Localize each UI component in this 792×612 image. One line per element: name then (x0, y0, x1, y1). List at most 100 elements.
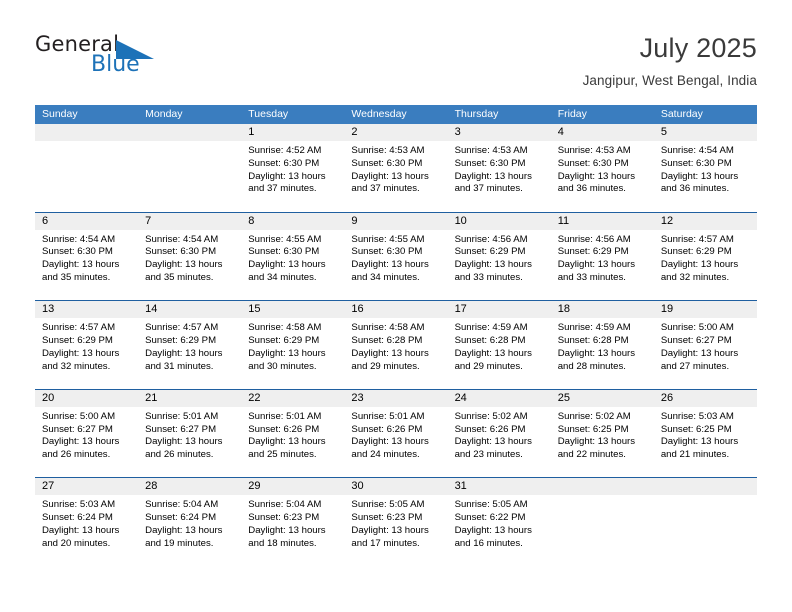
calendar-day-cell[interactable]: 22 Sunrise: 5:01 AM Sunset: 6:26 PM Dayli… (241, 389, 345, 478)
page-header: General Blue July 2025 Jangipur, West Be… (35, 32, 757, 94)
title-block: July 2025 Jangipur, West Bengal, India (583, 32, 757, 90)
day-number-band (550, 478, 654, 496)
day-number-band: 23 (344, 389, 448, 407)
calendar-day-cell[interactable]: 9 Sunrise: 4:55 AM Sunset: 6:30 PM Daylig… (344, 212, 448, 301)
calendar-day-cell[interactable]: 15 Sunrise: 4:58 AM Sunset: 6:29 PM Dayli… (241, 301, 345, 389)
day-number: 14 (145, 303, 158, 316)
day-number-band: 25 (550, 389, 654, 407)
day-sun-info: Sunrise: 4:54 AM Sunset: 6:30 PM Dayligh… (145, 233, 223, 283)
day-number: 25 (557, 391, 570, 404)
calendar-day-cell[interactable]: 27 Sunrise: 5:03 AM Sunset: 6:24 PM Dayli… (35, 478, 139, 566)
calendar-day-cell[interactable]: 3 Sunrise: 4:53 AM Sunset: 6:30 PM Daylig… (447, 124, 551, 212)
calendar-day-cell[interactable]: 17 Sunrise: 4:59 AM Sunset: 6:28 PM Dayli… (447, 301, 551, 389)
day-number-band: 18 (550, 301, 654, 319)
day-sun-info: Sunrise: 4:55 AM Sunset: 6:30 PM Dayligh… (351, 233, 429, 283)
weekday-header-wednesday: Wednesday (351, 108, 407, 120)
day-sun-info: Sunrise: 4:57 AM Sunset: 6:29 PM Dayligh… (42, 322, 120, 372)
day-number: 19 (660, 303, 674, 316)
calendar-week-row: 13 Sunrise: 4:57 AM Sunset: 6:29 PM Dayli… (35, 300, 757, 389)
day-number-band: 1 (241, 124, 345, 141)
day-number: 22 (248, 391, 261, 404)
day-number: 26 (660, 391, 674, 404)
day-number-band (35, 124, 139, 141)
calendar-day-cell[interactable]: 5 Sunrise: 4:54 AM Sunset: 6:30 PM Daylig… (653, 124, 757, 212)
day-number-band: 29 (241, 478, 345, 496)
calendar-day-cell[interactable]: 29 Sunrise: 5:04 AM Sunset: 6:23 PM Dayli… (241, 478, 345, 566)
day-number: 2 (351, 126, 358, 138)
calendar-day-cell[interactable]: 6 Sunrise: 4:54 AM Sunset: 6:30 PM Daylig… (35, 212, 139, 301)
day-number-band: 6 (35, 212, 139, 230)
calendar-day-cell[interactable]: 10 Sunrise: 4:56 AM Sunset: 6:29 PM Dayli… (447, 212, 551, 301)
day-number-band: 9 (344, 212, 448, 230)
day-number: 30 (351, 480, 364, 493)
calendar-page: General Blue July 2025 Jangipur, West Be… (0, 0, 792, 612)
day-number: 13 (42, 303, 55, 316)
day-sun-info: Sunrise: 4:57 AM Sunset: 6:29 PM Dayligh… (660, 233, 739, 283)
calendar-day-cell[interactable]: 1 Sunrise: 4:52 AM Sunset: 6:30 PM Daylig… (241, 124, 345, 212)
calendar-day-cell[interactable]: 8 Sunrise: 4:55 AM Sunset: 6:30 PM Daylig… (241, 212, 345, 301)
day-number: 31 (454, 480, 467, 493)
calendar-week-row: 1 Sunrise: 4:52 AM Sunset: 6:30 PM Daylig… (35, 124, 757, 212)
day-sun-info: Sunrise: 5:01 AM Sunset: 6:27 PM Dayligh… (145, 410, 223, 461)
day-number: 11 (557, 214, 570, 227)
calendar-day-cell[interactable]: 26 Sunrise: 5:03 AM Sunset: 6:25 PM Dayli… (653, 389, 757, 478)
day-number-band: 10 (447, 212, 551, 230)
day-number-band: 7 (138, 212, 242, 230)
calendar-day-cell[interactable]: 25 Sunrise: 5:02 AM Sunset: 6:25 PM Dayli… (550, 389, 654, 478)
day-number: 24 (454, 391, 467, 404)
day-number-band: 19 (653, 301, 757, 319)
day-sun-info: Sunrise: 4:53 AM Sunset: 6:30 PM Dayligh… (351, 145, 429, 195)
calendar-day-cell[interactable]: 20 Sunrise: 5:00 AM Sunset: 6:27 PM Dayli… (35, 389, 139, 478)
calendar-day-cell[interactable]: 14 Sunrise: 4:57 AM Sunset: 6:29 PM Dayli… (138, 301, 242, 389)
calendar-day-cell[interactable]: 2 Sunrise: 4:53 AM Sunset: 6:30 PM Daylig… (344, 124, 448, 212)
day-sun-info: Sunrise: 5:05 AM Sunset: 6:23 PM Dayligh… (351, 499, 429, 549)
calendar-day-cell[interactable]: 23 Sunrise: 5:01 AM Sunset: 6:26 PM Dayli… (344, 389, 448, 478)
calendar-day-cell[interactable]: 13 Sunrise: 4:57 AM Sunset: 6:29 PM Dayli… (35, 301, 139, 389)
weekday-header-friday: Friday (557, 108, 587, 120)
day-sun-info: Sunrise: 5:03 AM Sunset: 6:24 PM Dayligh… (42, 499, 120, 549)
day-number-band: 27 (35, 478, 139, 496)
calendar-day-cell-empty (550, 478, 654, 566)
day-number: 5 (660, 126, 667, 138)
day-number: 23 (351, 391, 364, 404)
calendar-grid: Sunday Monday Tuesday Wednesday Thursday Frid… (35, 105, 757, 566)
day-sun-info: Sunrise: 5:02 AM Sunset: 6:26 PM Dayligh… (454, 410, 532, 461)
day-number: 18 (557, 303, 570, 316)
brand-logo[interactable]: General Blue (35, 32, 155, 80)
calendar-day-cell[interactable]: 21 Sunrise: 5:01 AM Sunset: 6:27 PM Dayli… (138, 389, 242, 478)
day-number: 9 (351, 214, 358, 227)
page-title: July 2025 (639, 33, 757, 63)
calendar-day-cell-empty (653, 478, 757, 566)
day-sun-info: Sunrise: 4:57 AM Sunset: 6:29 PM Dayligh… (145, 322, 223, 372)
calendar-day-cell[interactable]: 19 Sunrise: 5:00 AM Sunset: 6:27 PM Dayli… (653, 301, 757, 389)
calendar-day-cell[interactable]: 11 Sunrise: 4:56 AM Sunset: 6:29 PM Dayli… (550, 212, 654, 301)
calendar-day-cell[interactable]: 31 Sunrise: 5:05 AM Sunset: 6:22 PM Dayli… (447, 478, 551, 566)
day-sun-info: Sunrise: 5:03 AM Sunset: 6:25 PM Dayligh… (660, 410, 739, 461)
day-number-band: 13 (35, 301, 139, 319)
calendar-day-cell[interactable]: 16 Sunrise: 4:58 AM Sunset: 6:28 PM Dayli… (344, 301, 448, 389)
calendar-week-row: 6 Sunrise: 4:54 AM Sunset: 6:30 PM Daylig… (35, 211, 757, 301)
day-sun-info: Sunrise: 5:01 AM Sunset: 6:26 PM Dayligh… (351, 410, 429, 461)
day-number: 16 (351, 303, 364, 316)
day-number-band: 26 (653, 389, 757, 407)
weekday-header-saturday: Saturday (660, 108, 703, 120)
calendar-day-cell[interactable]: 12 Sunrise: 4:57 AM Sunset: 6:29 PM Dayli… (653, 212, 757, 301)
calendar-day-cell[interactable]: 4 Sunrise: 4:53 AM Sunset: 6:30 PM Daylig… (550, 124, 654, 212)
day-number: 1 (248, 126, 255, 138)
calendar-day-cell[interactable]: 24 Sunrise: 5:02 AM Sunset: 6:26 PM Dayli… (447, 389, 551, 478)
day-number: 4 (557, 126, 564, 138)
day-sun-info: Sunrise: 4:54 AM Sunset: 6:30 PM Dayligh… (42, 233, 120, 283)
calendar-day-cell[interactable]: 30 Sunrise: 5:05 AM Sunset: 6:23 PM Dayli… (344, 478, 448, 566)
calendar-day-cell[interactable]: 7 Sunrise: 4:54 AM Sunset: 6:30 PM Daylig… (138, 212, 242, 301)
day-number-band: 3 (447, 124, 551, 141)
day-sun-info: Sunrise: 5:04 AM Sunset: 6:24 PM Dayligh… (145, 499, 223, 549)
day-number-band: 17 (447, 301, 551, 319)
calendar-day-cell[interactable]: 28 Sunrise: 5:04 AM Sunset: 6:24 PM Dayli… (138, 478, 242, 566)
day-number-band: 21 (138, 389, 242, 407)
day-number: 27 (42, 480, 55, 493)
day-number-band: 2 (344, 124, 448, 141)
weekday-header-thursday: Thursday (454, 108, 499, 120)
day-number-band: 30 (344, 478, 448, 496)
calendar-day-cell[interactable]: 18 Sunrise: 4:59 AM Sunset: 6:28 PM Dayli… (550, 301, 654, 389)
day-number-band: 28 (138, 478, 242, 496)
